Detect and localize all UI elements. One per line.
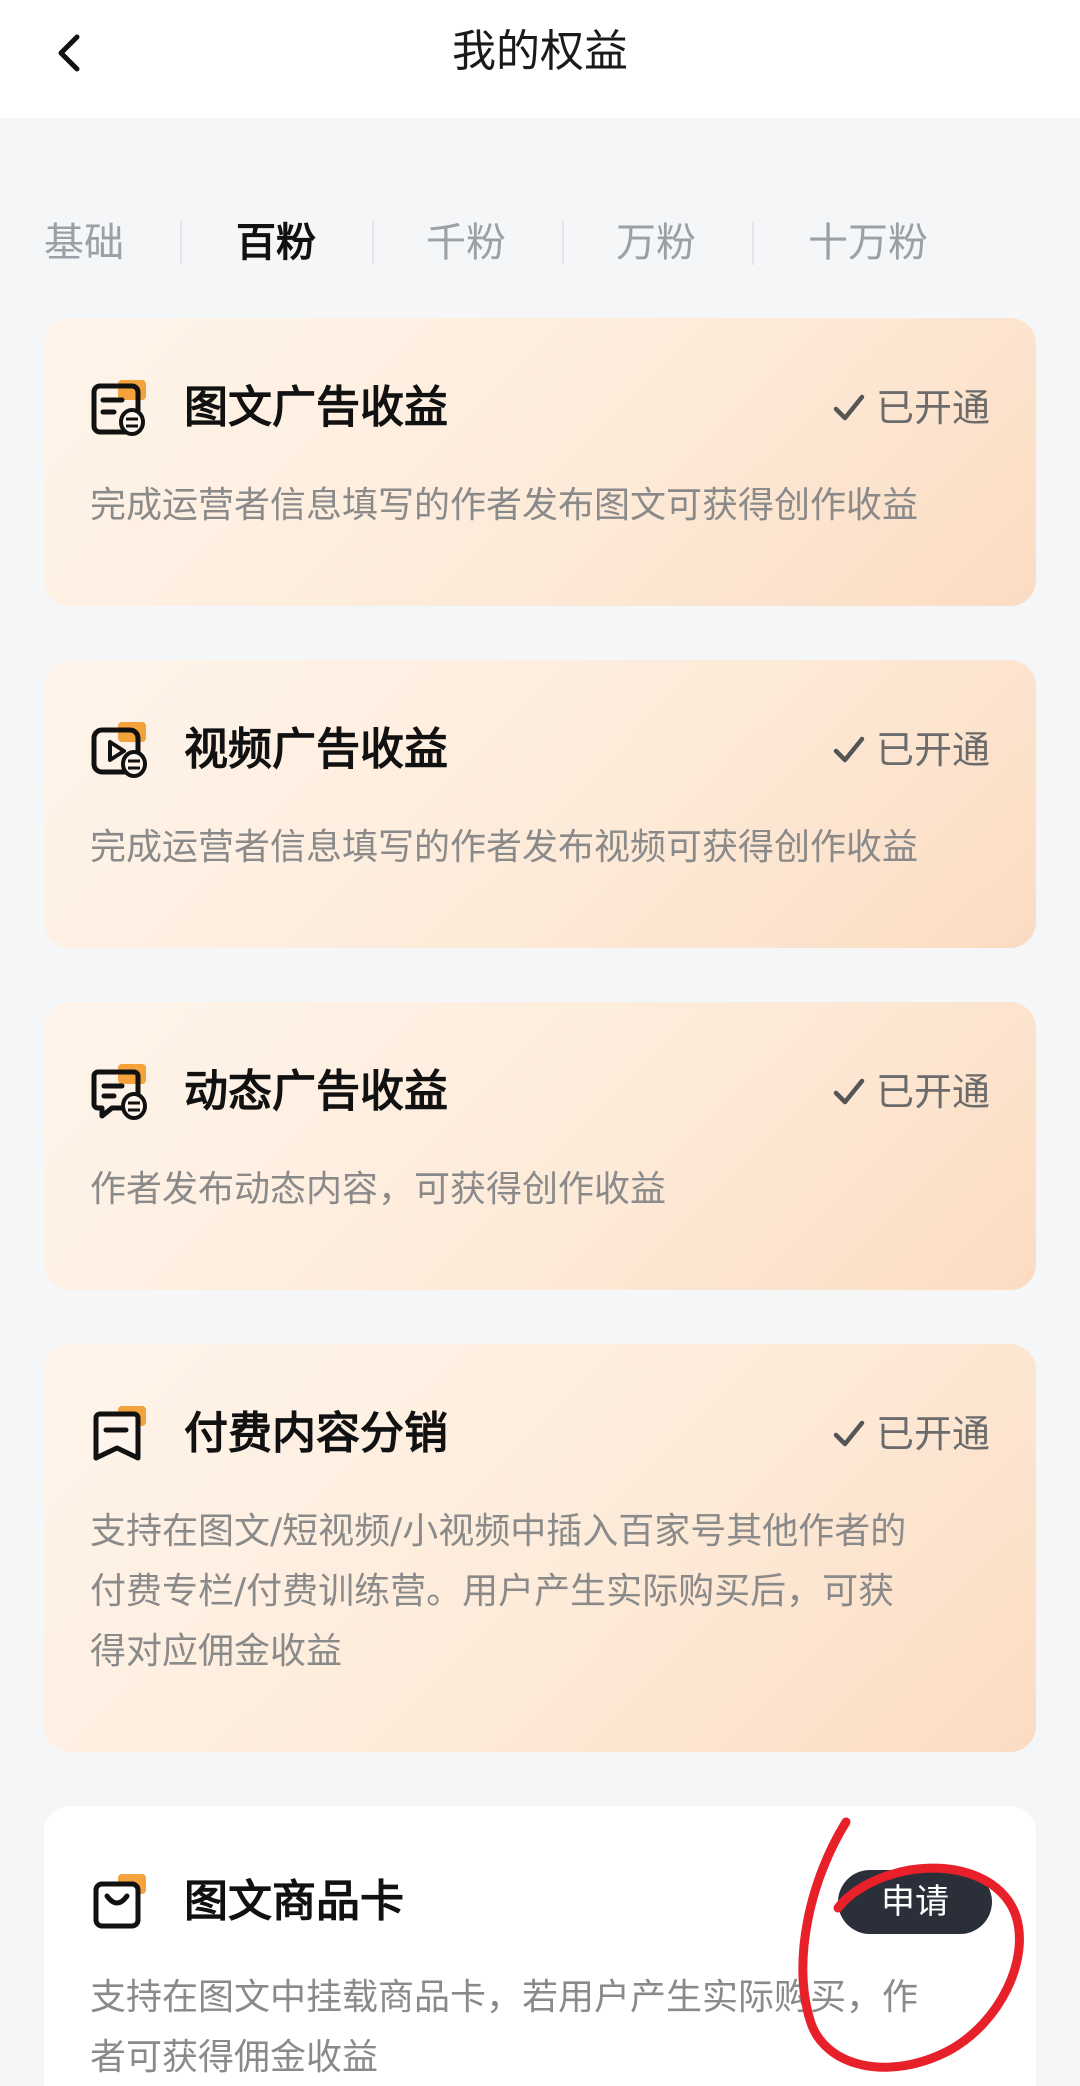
video-ad-icon	[90, 720, 150, 780]
status-text: 已开通	[875, 1412, 990, 1456]
checkmark-icon	[833, 394, 865, 421]
page-title: 我的权益	[452, 26, 628, 77]
benefit-card-image-text-ad[interactable]: 图文广告收益 已开通 完成运营者信息填写的作者发布图文可获得创作收益	[44, 318, 1036, 606]
tab-basic[interactable]: 基础	[44, 205, 124, 281]
checkmark-icon	[833, 736, 865, 763]
card-title: 视频广告收益	[184, 724, 448, 775]
tab-hundred-thousand-fans[interactable]: 十万粉	[808, 205, 928, 281]
card-title: 图文广告收益	[184, 382, 448, 433]
tab-divider	[562, 221, 564, 265]
status-text: 已开通	[875, 386, 990, 430]
tab-ten-thousand-fans[interactable]: 万粉	[616, 205, 696, 281]
checkmark-icon	[833, 1420, 865, 1447]
status-badge: 已开通	[832, 720, 990, 780]
card-description: 作者发布动态内容，可获得创作收益	[90, 1169, 667, 1210]
dynamic-ad-icon	[90, 1062, 150, 1122]
status-text: 已开通	[875, 1070, 990, 1114]
benefit-card-dynamic-ad[interactable]: 动态广告收益 已开通 作者发布动态内容，可获得创作收益	[44, 1002, 1036, 1290]
status-badge: 已开通	[832, 378, 990, 438]
card-description: 支持在图文/短视频/小视频中插入百家号其他作者的 付费专栏/付费训练营。用户产生…	[90, 1502, 996, 1682]
card-description: 支持在图文中挂载商品卡，若用户产生实际购买，作 者可获得佣金收益	[90, 1968, 996, 2086]
status-badge: 已开通	[832, 1404, 990, 1464]
card-title: 动态广告收益	[184, 1066, 448, 1117]
description-line: 得对应佣金收益	[90, 1631, 343, 1672]
checkmark-icon	[833, 1078, 865, 1105]
card-title: 图文商品卡	[184, 1876, 404, 1927]
tab-thousand-fans[interactable]: 千粉	[426, 205, 506, 281]
benefit-card-product-card[interactable]: 图文商品卡 申请 支持在图文中挂载商品卡，若用户产生实际购买，作 者可获得佣金收…	[44, 1806, 1036, 2086]
benefit-card-video-ad[interactable]: 视频广告收益 已开通 完成运营者信息填写的作者发布视频可获得创作收益	[44, 660, 1036, 948]
app-screen: 我的权益 基础 百粉 千粉 万粉 十万粉 图文广告收益 已开通 完成运营者信息填…	[0, 0, 1080, 2086]
shopping-bag-icon	[90, 1872, 150, 1932]
card-description: 完成运营者信息填写的作者发布视频可获得创作收益	[90, 827, 919, 868]
header-bar: 我的权益	[0, 0, 1080, 118]
benefit-card-paid-content[interactable]: 付费内容分销 已开通 支持在图文/短视频/小视频中插入百家号其他作者的 付费专栏…	[44, 1344, 1036, 1752]
status-text: 已开通	[875, 728, 990, 772]
tab-divider	[372, 221, 374, 265]
description-line: 支持在图文/短视频/小视频中插入百家号其他作者的	[90, 1511, 907, 1552]
image-text-ad-icon	[90, 378, 150, 438]
tab-hundred-fans[interactable]: 百粉	[236, 205, 316, 281]
tab-divider	[752, 221, 754, 265]
card-description: 完成运营者信息填写的作者发布图文可获得创作收益	[90, 485, 919, 526]
description-line: 付费专栏/付费训练营。用户产生实际购买后，可获	[90, 1571, 895, 1612]
description-line: 支持在图文中挂载商品卡，若用户产生实际购买，作	[90, 1977, 919, 2018]
status-badge: 已开通	[832, 1062, 990, 1122]
paid-content-icon	[90, 1404, 150, 1464]
fan-level-tabs: 基础 百粉 千粉 万粉 十万粉	[0, 205, 1080, 281]
description-line: 者可获得佣金收益	[90, 2037, 379, 2078]
card-title: 付费内容分销	[184, 1408, 448, 1459]
apply-button[interactable]: 申请	[838, 1870, 992, 1934]
tab-divider	[180, 221, 182, 265]
